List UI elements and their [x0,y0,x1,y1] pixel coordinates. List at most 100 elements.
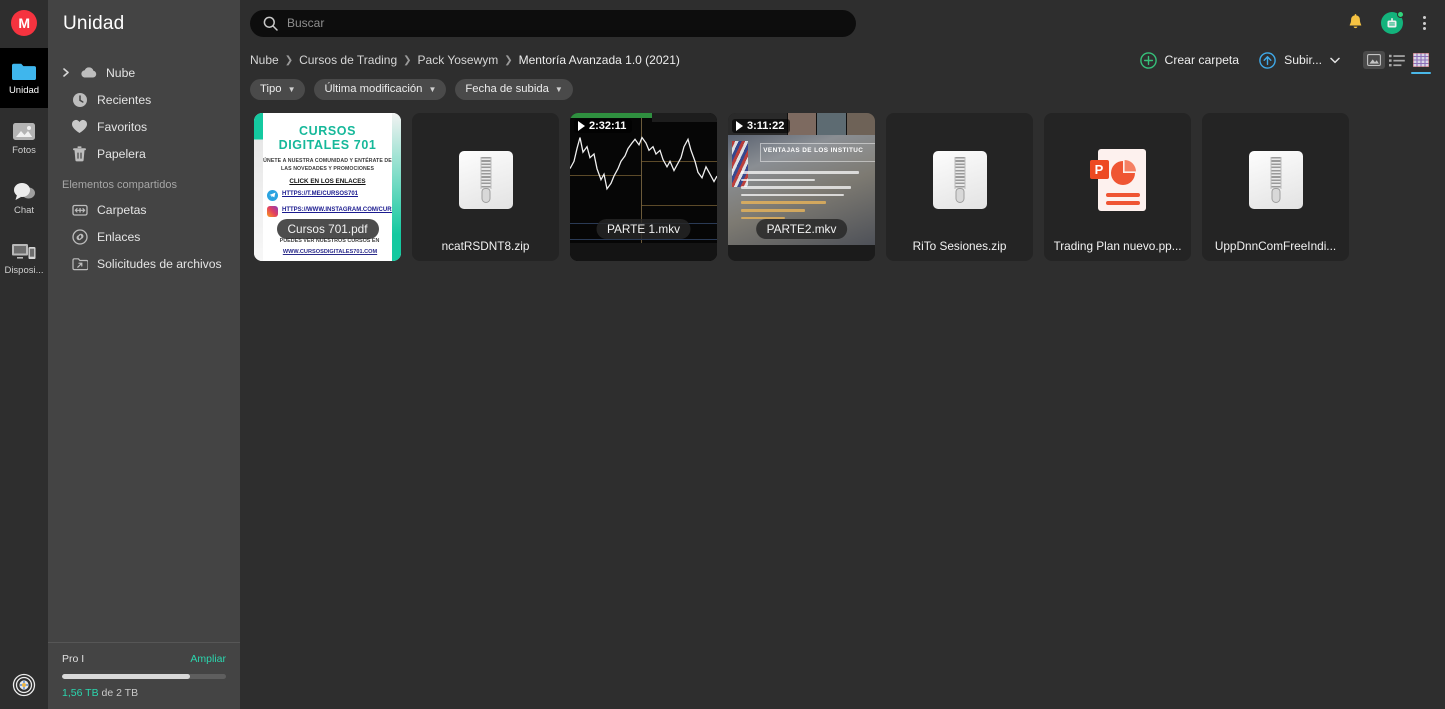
folder-icon [11,59,37,83]
play-icon [736,121,743,131]
rail-bottom [0,673,48,697]
file-name: PARTE 1.mkv [596,219,691,239]
sidebar: Unidad Nube Recientes Favoritos Papelera… [48,0,240,709]
upload-circle-icon [1259,51,1276,69]
video-duration-badge: 3:11:22 [732,119,791,133]
devices-icon [11,239,37,263]
clock-icon [71,91,88,108]
more-vertical-icon[interactable] [1420,13,1429,33]
file-card-pdf[interactable]: CURSOS DIGITALES 701 ÚNETE A NUESTRA COM… [254,113,401,261]
breadcrumb: Nube ❯ Cursos de Trading ❯ Pack Yosewym … [250,53,680,67]
slide-title: VENTAJAS DE LOS INSTITUC [763,147,864,154]
rail-item-chat[interactable]: Chat [0,168,48,228]
top-bar-actions [1347,11,1433,34]
shared-folders-icon [71,201,88,218]
sidebar-title: Unidad [63,13,125,34]
filter-chip-ultima-modificacion[interactable]: Última modificación ▼ [314,78,447,100]
storage-used-value: 1,56 TB [62,687,99,699]
powerpoint-icon: P [1089,149,1146,211]
rail-label-fotos: Fotos [12,146,36,157]
photos-icon [11,119,37,143]
pdf-link-instagram: HTTPS://WWW.INSTAGRAM.COM/CURSOSEMPRENDE… [258,205,401,217]
mega-logo[interactable]: M [11,10,37,36]
search-input[interactable] [287,16,843,30]
file-name: Cursos 701.pdf [276,219,379,239]
sidebar-label-recientes: Recientes [97,92,152,107]
rail-item-fotos[interactable]: Fotos [0,108,48,168]
duration-text: 3:11:22 [747,120,785,132]
pdf-link-telegram: HTTPS://T.ME/CURSOS701 [258,189,397,201]
trash-icon [71,145,88,162]
sidebar-item-recientes[interactable]: Recientes [48,86,240,113]
rail-item-dispositivos[interactable]: Disposi... [0,228,48,288]
sidebar-item-papelera[interactable]: Papelera [48,140,240,167]
filter-chip-tipo[interactable]: Tipo ▼ [250,78,306,100]
sidebar-item-enlaces[interactable]: Enlaces [48,223,240,250]
bell-icon[interactable] [1347,14,1364,32]
file-name: ncatRSDNT8.zip [441,239,530,253]
globe-settings-icon[interactable] [12,673,36,697]
instagram-icon [267,205,278,217]
list-view-icon[interactable] [1385,49,1409,71]
breadcrumb-separator: ❯ [284,54,294,66]
chevron-down-icon: ▼ [428,84,437,94]
filter-chips: Tipo ▼ Última modificación ▼ Fecha de su… [240,74,1445,104]
storage-total-value: de 2 TB [101,687,139,699]
breadcrumb-item-1[interactable]: Cursos de Trading [299,53,397,67]
heart-icon [71,118,88,135]
sidebar-section-shared: Elementos compartidos [62,179,177,191]
chevron-down-icon: ▼ [554,84,563,94]
mega-drive-app: M Unidad Fotos Chat Disposi... Unidad Nu… [0,0,1445,709]
storage-upgrade-link[interactable]: Ampliar [190,653,226,665]
sidebar-label-papelera: Papelera [97,146,146,161]
pdf-accent-left [254,113,263,261]
upload-button[interactable]: Subir... [1249,48,1350,73]
zip-icon [458,151,513,209]
chat-icon [11,179,37,203]
filter-label-fecha-de-subida: Fecha de subida [465,83,549,95]
media-view-icon[interactable] [1363,51,1385,69]
pdf-title-line2: DIGITALES 701 [278,138,377,152]
grid-view-icon[interactable] [1409,49,1433,74]
sidebar-label-favoritos: Favoritos [97,119,148,134]
rail-label-dispositivos: Disposi... [4,266,44,277]
sidebar-item-nube[interactable]: Nube [48,59,240,86]
search-bar[interactable] [250,9,856,37]
chevron-right-icon[interactable] [62,68,71,77]
upload-label: Subir... [1284,53,1322,67]
pdf-cta: CLICK EN LOS ENLACES [289,177,366,185]
breadcrumb-separator: ❯ [504,54,513,66]
rail-item-unidad[interactable]: Unidad [0,48,48,108]
breadcrumb-item-0[interactable]: Nube [250,53,279,67]
chevron-down-icon[interactable] [1330,57,1340,64]
search-icon [263,16,278,31]
powerpoint-badge: P [1089,160,1109,179]
filter-chip-fecha-de-subida[interactable]: Fecha de subida ▼ [455,78,573,100]
breadcrumb-item-3[interactable]: Mentoría Avanzada 1.0 (2021) [519,53,680,67]
mega-logo-letter: M [18,15,30,31]
pdf-accent-right [392,113,401,261]
play-icon [578,121,585,131]
zip-icon [932,151,987,209]
file-card-zip-2[interactable]: RiTo Sesiones.zip [886,113,1033,261]
file-card-powerpoint[interactable]: P Trading Plan nuevo.pp... [1044,113,1191,261]
pdf-paragraph: ÚNETE A NUESTRA COMUNIDAD Y ENTÉRATE DE … [263,158,392,172]
create-folder-button[interactable]: Crear carpeta [1130,48,1250,73]
sidebar-item-carpetas[interactable]: Carpetas [48,196,240,223]
link-icon [71,228,88,245]
pdf-footer: WWW.CURSOSDIGITALES701.COM [282,249,378,255]
file-card-video-1[interactable]: 2:32:11 PARTE 1.mkv [570,113,717,261]
avatar[interactable] [1381,11,1404,34]
breadcrumb-item-2[interactable]: Pack Yosewym [418,53,499,67]
file-card-zip-1[interactable]: ncatRSDNT8.zip [412,113,559,261]
file-card-zip-3[interactable]: UppDnnComFreeIndi... [1202,113,1349,261]
main-content: Nube ❯ Cursos de Trading ❯ Pack Yosewym … [240,0,1445,709]
sidebar-item-favoritos[interactable]: Favoritos [48,113,240,140]
sidebar-item-solicitudes[interactable]: Solicitudes de archivos [48,250,240,277]
file-name: UppDnnComFreeIndi... [1214,239,1337,253]
rail-label-chat: Chat [13,206,35,217]
rail-label-unidad: Unidad [8,86,40,97]
file-card-video-2[interactable]: VENTAJAS DE LOS INSTITUC 3:11:22 PARTE2.… [728,113,875,261]
storage-widget: Pro I Ampliar 1,56 TB de 2 TB [48,642,240,709]
app-rail: M Unidad Fotos Chat Disposi... [0,0,48,709]
